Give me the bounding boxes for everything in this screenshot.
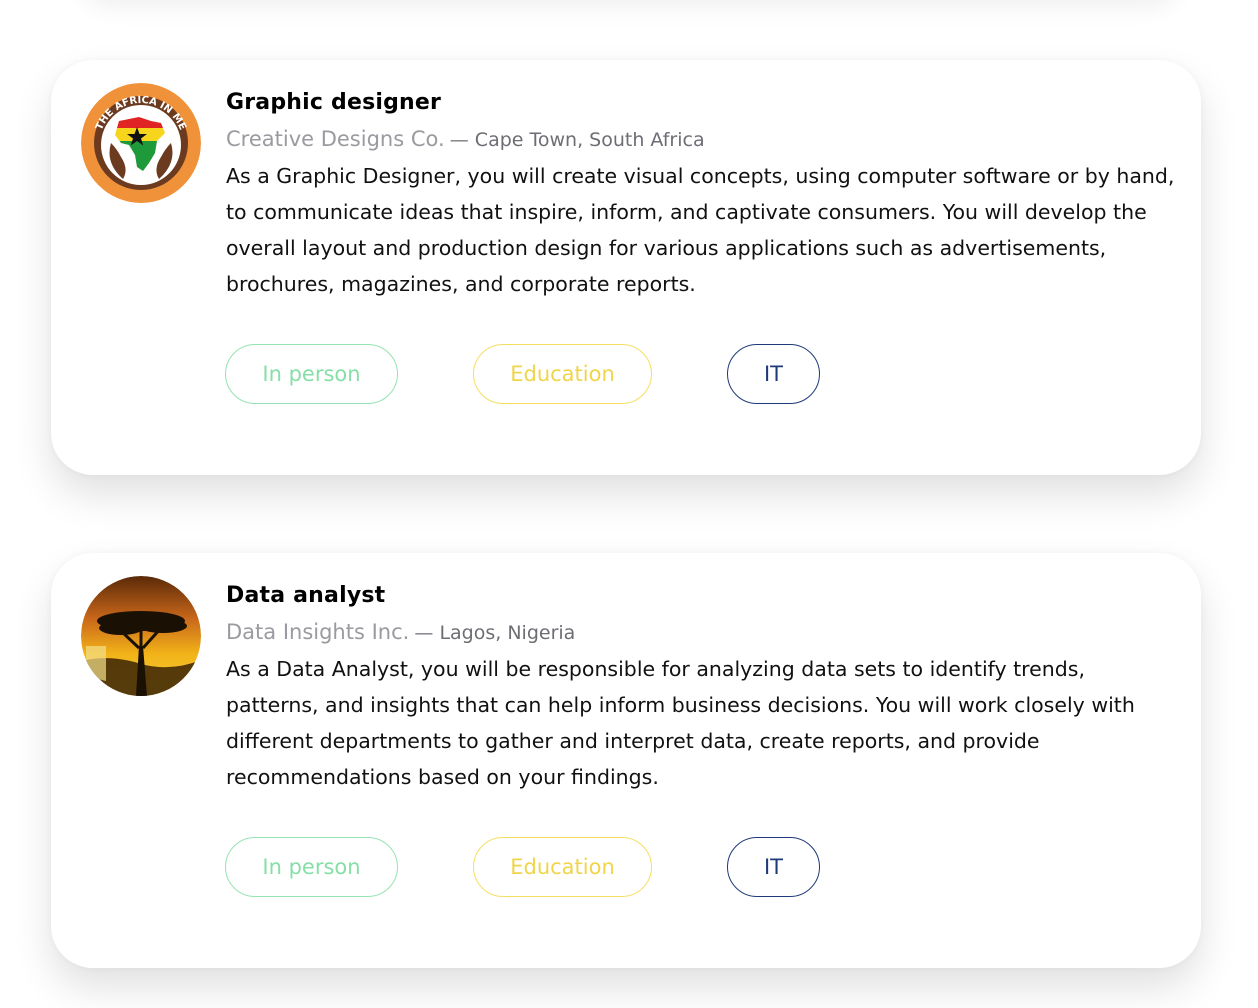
meta-separator: —	[449, 129, 475, 151]
job-meta: Creative Designs Co. — Cape Town, South …	[226, 124, 1176, 154]
tag-list: In person Education IT	[225, 837, 925, 899]
job-card[interactable]: Data analyst Data Insights Inc. — Lagos,…	[51, 553, 1201, 968]
tag-it[interactable]: IT	[727, 837, 820, 897]
job-title[interactable]: Data analyst	[226, 581, 1176, 611]
tag-in-person[interactable]: In person	[225, 344, 398, 404]
job-meta: Data Insights Inc. — Lagos, Nigeria	[226, 617, 1176, 647]
tag-education[interactable]: Education	[473, 837, 652, 897]
tag-education[interactable]: Education	[473, 344, 652, 404]
job-description: As a Graphic Designer, you will create v…	[226, 164, 1175, 296]
acacia-sunset-logo-icon	[81, 576, 201, 696]
job-location: Lagos, Nigeria	[439, 622, 576, 644]
company-name: Data Insights Inc.	[226, 620, 410, 644]
job-details: Data analyst Data Insights Inc. — Lagos,…	[226, 581, 1176, 795]
company-name: Creative Designs Co.	[226, 127, 445, 151]
tag-it[interactable]: IT	[727, 344, 820, 404]
tag-list: In person Education IT	[225, 344, 925, 406]
tag-in-person[interactable]: In person	[225, 837, 398, 897]
company-logo-icon: THE AFRICA IN ME	[81, 83, 201, 203]
job-location: Cape Town, South Africa	[474, 129, 705, 151]
job-details: Graphic designer Creative Designs Co. — …	[226, 88, 1176, 302]
job-list: THE AFRICA IN ME Graphic designer Creati…	[0, 0, 1258, 1008]
company-logo-icon	[81, 576, 201, 696]
job-description: As a Data Analyst, you will be responsib…	[226, 657, 1135, 789]
job-title[interactable]: Graphic designer	[226, 88, 1176, 118]
meta-separator: —	[414, 622, 440, 644]
africa-in-me-logo-icon: THE AFRICA IN ME	[81, 83, 201, 203]
job-card[interactable]: THE AFRICA IN ME Graphic designer Creati…	[51, 60, 1201, 475]
